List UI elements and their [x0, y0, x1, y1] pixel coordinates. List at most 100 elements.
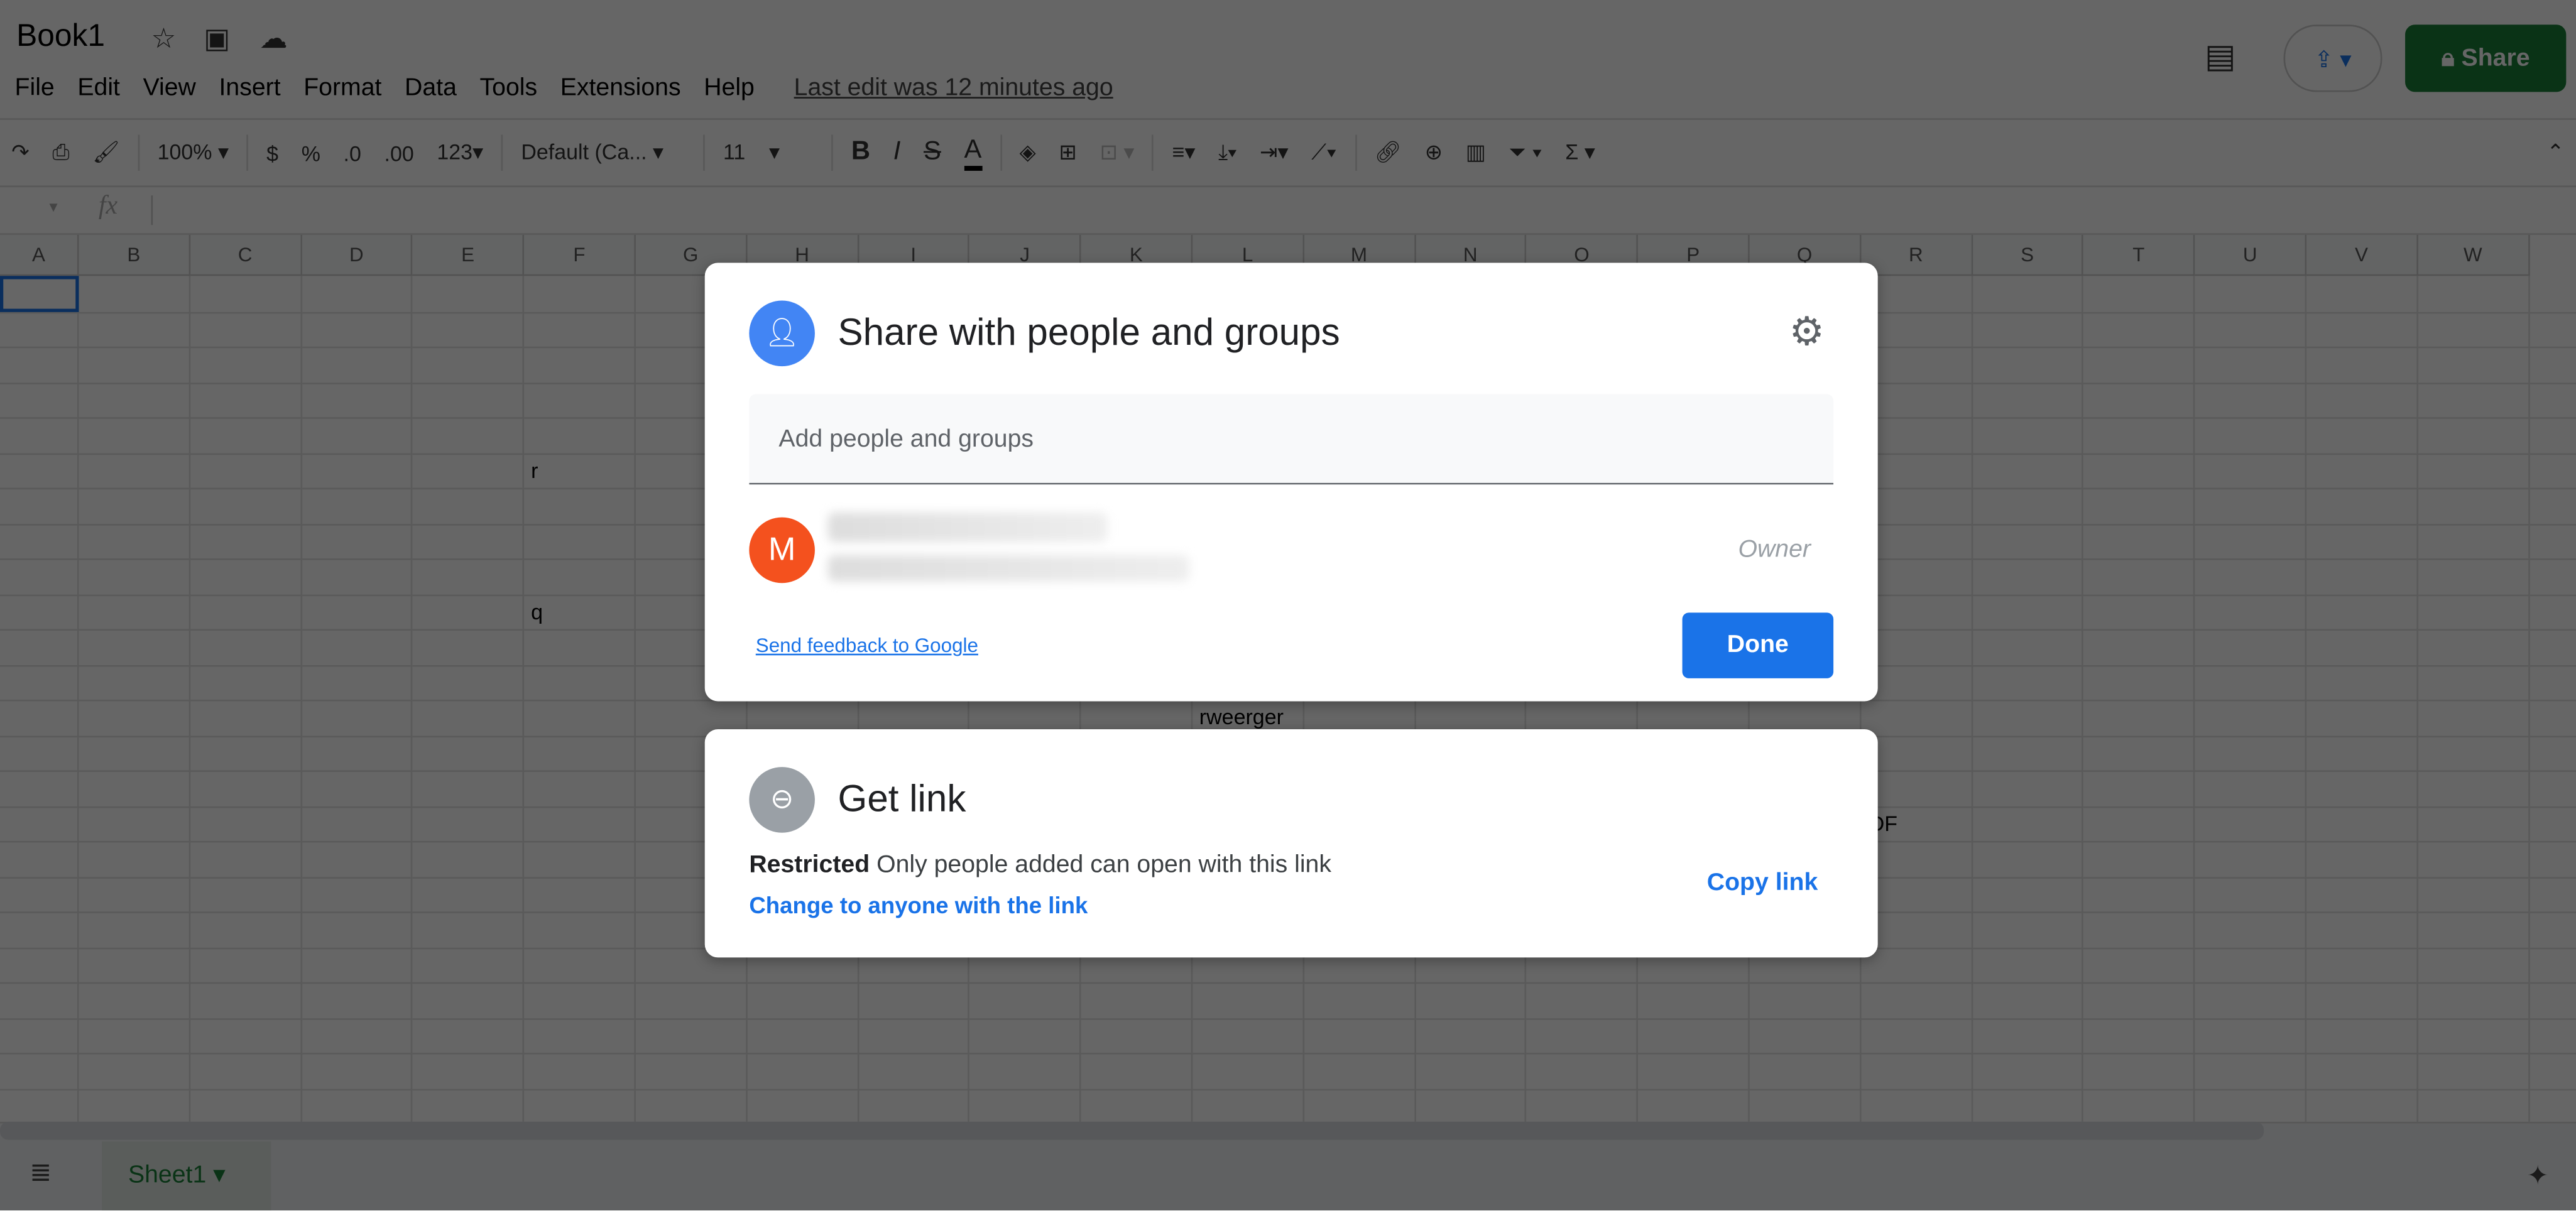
- name-box-dropdown[interactable]: ▾: [49, 198, 57, 217]
- column-gridline: [2416, 276, 2418, 1122]
- zoom-select[interactable]: 100% ▾: [158, 139, 229, 166]
- star-icon[interactable]: ☆: [151, 23, 177, 56]
- column-gridline: [188, 276, 190, 1122]
- italic-button[interactable]: I: [893, 138, 901, 168]
- insert-chart-icon[interactable]: ▥: [1466, 139, 1486, 166]
- column-header-b[interactable]: B: [79, 234, 190, 276]
- currency-button[interactable]: $: [266, 141, 278, 165]
- merge-cells-icon[interactable]: ⊡ ▾: [1100, 139, 1134, 166]
- column-header-a[interactable]: A: [0, 234, 79, 276]
- add-person-icon: 👤︎: [749, 300, 815, 367]
- menu-edit[interactable]: Edit: [77, 74, 120, 102]
- row-gridline: [0, 1017, 2576, 1019]
- insert-link-icon[interactable]: 🔗︎: [1375, 139, 1402, 166]
- fill-color-icon[interactable]: ◈: [1020, 139, 1036, 166]
- column-header-v[interactable]: V: [2306, 234, 2418, 276]
- move-folder-icon[interactable]: ▣: [204, 23, 230, 56]
- bold-button[interactable]: B: [851, 138, 870, 168]
- link-restriction-text: Restricted Only people added can open wi…: [749, 850, 1331, 878]
- column-header-f[interactable]: F: [524, 234, 636, 276]
- cloud-saved-icon[interactable]: ☁: [259, 23, 287, 56]
- column-gridline: [77, 276, 79, 1122]
- column-header-r[interactable]: R: [1861, 234, 1973, 276]
- horizontal-align-icon[interactable]: ≡▾: [1172, 139, 1196, 166]
- decrease-decimal-button[interactable]: .0: [344, 141, 361, 165]
- send-feedback-link[interactable]: Send feedback to Google: [756, 634, 978, 657]
- column-gridline: [411, 276, 413, 1122]
- link-icon: ⊖: [749, 767, 815, 833]
- filter-icon[interactable]: ⏷ ▾: [1509, 139, 1542, 166]
- menu-extensions[interactable]: Extensions: [560, 74, 681, 102]
- menu-file[interactable]: File: [15, 74, 55, 102]
- owner-name-redacted: [827, 512, 1108, 542]
- redo-icon[interactable]: ↷: [11, 139, 30, 166]
- column-header-w[interactable]: W: [2418, 234, 2530, 276]
- column-gridline: [2305, 276, 2307, 1122]
- row-gridline: [0, 1053, 2576, 1055]
- row-gridline: [0, 1088, 2576, 1090]
- done-button[interactable]: Done: [1682, 612, 1834, 678]
- column-header-c[interactable]: C: [190, 234, 302, 276]
- explore-icon[interactable]: ✦: [2527, 1159, 2549, 1192]
- spreadsheet-app: Book1 ☆ ▣ ☁ File Edit View Insert Format…: [0, 0, 2576, 1211]
- percent-button[interactable]: %: [302, 141, 320, 165]
- formula-input[interactable]: [151, 195, 153, 225]
- text-wrap-icon[interactable]: ⇥▾: [1260, 139, 1289, 166]
- present-button[interactable]: ⇪ ▾: [2283, 24, 2382, 92]
- cell[interactable]: r: [525, 457, 538, 482]
- column-header-t[interactable]: T: [2083, 234, 2195, 276]
- owner-email-redacted: [827, 555, 1190, 582]
- column-header-u[interactable]: U: [2195, 234, 2307, 276]
- column-header-d[interactable]: D: [302, 234, 413, 276]
- menu-insert[interactable]: Insert: [219, 74, 281, 102]
- copy-link-button[interactable]: Copy link: [1707, 869, 1818, 896]
- font-select[interactable]: Default (Ca... ▾: [521, 139, 685, 166]
- column-header-s[interactable]: S: [1972, 234, 2084, 276]
- text-rotation-icon[interactable]: ⟋▾: [1311, 139, 1336, 166]
- more-formats-button[interactable]: 123▾: [437, 139, 483, 166]
- document-title[interactable]: Book1: [16, 19, 105, 56]
- fx-icon: fx: [98, 192, 118, 220]
- functions-button[interactable]: Σ ▾: [1565, 139, 1595, 166]
- column-gridline: [300, 276, 302, 1122]
- strikethrough-button[interactable]: S: [924, 138, 941, 168]
- horizontal-scrollbar[interactable]: [0, 1121, 2264, 1140]
- share-button[interactable]: 🔒︎ Share: [2405, 24, 2567, 92]
- cell[interactable]: q: [525, 599, 543, 623]
- increase-decimal-button[interactable]: .00: [384, 141, 413, 165]
- cell[interactable]: rweerger: [1192, 705, 1284, 729]
- column-gridline: [2193, 276, 2195, 1122]
- column-gridline: [634, 276, 636, 1122]
- comment-icon[interactable]: ▤: [2205, 36, 2235, 77]
- add-people-input[interactable]: Add people and groups: [749, 394, 1834, 485]
- menu-view[interactable]: View: [143, 74, 196, 102]
- menu-tools[interactable]: Tools: [480, 74, 538, 102]
- last-edit-link[interactable]: Last edit was 12 minutes ago: [794, 74, 1113, 102]
- vertical-align-icon[interactable]: ⤓▾: [1218, 139, 1236, 166]
- settings-gear-icon[interactable]: ⚙: [1789, 309, 1825, 357]
- selected-cell-a1[interactable]: [0, 276, 79, 312]
- column-gridline: [2082, 276, 2084, 1122]
- restriction-label[interactable]: Restricted: [749, 850, 870, 878]
- menu-bar: File Edit View Insert Format Data Tools …: [15, 74, 1113, 102]
- paint-format-icon[interactable]: 🖌︎: [92, 139, 119, 166]
- collapse-toolbar-icon[interactable]: ⌃: [2546, 139, 2565, 166]
- print-icon[interactable]: ⎙: [52, 139, 69, 166]
- present-upload-icon: ⇪ ▾: [2314, 46, 2352, 73]
- font-size-select[interactable]: 11 ▾: [723, 139, 814, 166]
- column-gridline: [2528, 276, 2530, 1122]
- owner-role: Owner: [1738, 535, 1811, 563]
- column-header-e[interactable]: E: [413, 234, 525, 276]
- formula-bar: ▾ fx: [0, 189, 2576, 235]
- text-color-button[interactable]: A: [964, 136, 982, 170]
- all-sheets-icon[interactable]: ≣: [30, 1156, 52, 1189]
- menu-help[interactable]: Help: [704, 74, 755, 102]
- lock-icon: 🔒︎: [2441, 44, 2462, 73]
- menu-format[interactable]: Format: [303, 74, 381, 102]
- menu-data[interactable]: Data: [405, 74, 457, 102]
- insert-comment-icon[interactable]: ⊕: [1425, 139, 1443, 166]
- change-link-access-link[interactable]: Change to anyone with the link: [749, 892, 1088, 918]
- column-gridline: [522, 276, 525, 1122]
- sheet-tab-sheet1[interactable]: Sheet1 ▾: [102, 1141, 271, 1211]
- borders-icon[interactable]: ⊞: [1059, 139, 1077, 166]
